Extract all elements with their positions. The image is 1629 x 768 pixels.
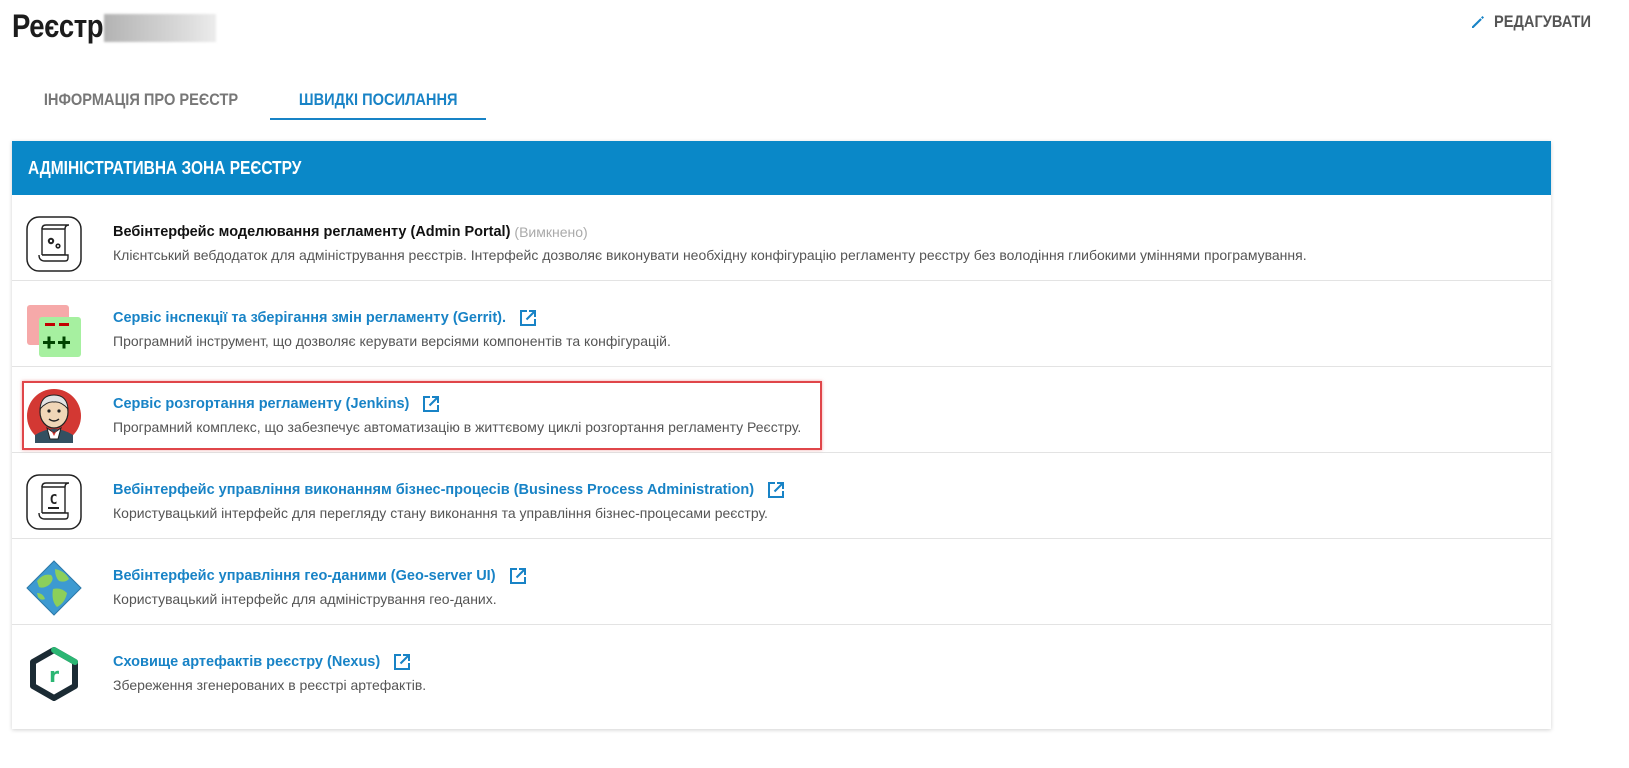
- external-link-icon[interactable]: [421, 394, 441, 414]
- panel-header: АДМІНІСТРАТИВНА ЗОНА РЕЄСТРУ: [12, 141, 1551, 195]
- business-process-admin-link[interactable]: Вебінтерфейс управління виконанням бізне…: [113, 482, 754, 498]
- nexus-hexagon-icon: r: [25, 645, 83, 703]
- list-item: Вебінтерфейс моделювання регламенту (Adm…: [12, 195, 1551, 281]
- edit-button[interactable]: РЕДАГУВАТИ: [1470, 12, 1607, 32]
- tab-label: ШВИДКІ ПОСИЛАННЯ: [298, 90, 458, 109]
- geoserver-globe-icon: [25, 559, 83, 617]
- external-link-icon[interactable]: [508, 566, 528, 586]
- list-item: Сервіс інспекції та зберігання змін регл…: [12, 281, 1551, 367]
- gerrit-diff-icon: [25, 301, 83, 359]
- gerrit-link[interactable]: Сервіс інспекції та зберігання змін регл…: [113, 310, 506, 326]
- external-link-icon[interactable]: [766, 480, 786, 500]
- redacted-registry-name: [104, 14, 216, 42]
- disabled-status: (Вимкнено): [514, 224, 588, 240]
- camunda-scroll-icon: C: [25, 473, 83, 531]
- panel-title: АДМІНІСТРАТИВНА ЗОНА РЕЄСТРУ: [28, 157, 302, 178]
- item-description: Збереження згенерованих в реєстрі артефа…: [113, 677, 427, 693]
- item-description: Програмний комплекс, що забезпечує автом…: [113, 419, 802, 435]
- geo-server-link[interactable]: Вебінтерфейс управління гео-даними (Geo-…: [113, 568, 496, 584]
- tab-quick-links[interactable]: ШВИДКІ ПОСИЛАННЯ: [270, 82, 487, 120]
- external-link-icon[interactable]: [392, 652, 412, 672]
- tab-registry-info[interactable]: ІНФОРМАЦІЯ ПРО РЕЄСТР: [12, 82, 270, 118]
- svg-text:r: r: [49, 663, 59, 687]
- nexus-link[interactable]: Сховище артефактів реєстру (Nexus): [113, 654, 380, 670]
- pencil-icon: [1472, 16, 1485, 28]
- page-header: Реєстр РЕДАГУВАТИ: [12, 4, 1617, 54]
- page-title: Реєстр: [12, 8, 104, 44]
- item-description: Користувацький інтерфейс для перегляду с…: [113, 505, 768, 521]
- item-description: Програмний інструмент, що дозволяє керув…: [113, 333, 671, 349]
- list-item: C Вебінтерфейс управління виконанням біз…: [12, 453, 1551, 539]
- list-item: Вебінтерфейс управління гео-даними (Geo-…: [12, 539, 1551, 625]
- admin-zone-panel: АДМІНІСТРАТИВНА ЗОНА РЕЄСТРУ Вебінтерфей…: [12, 141, 1551, 729]
- jenkins-link[interactable]: Сервіс розгортання регламенту (Jenkins): [113, 396, 409, 412]
- jenkins-butler-icon: [25, 387, 83, 445]
- tab-label: ІНФОРМАЦІЯ ПРО РЕЄСТР: [43, 90, 239, 109]
- list-item: Сервіс розгортання регламенту (Jenkins) …: [12, 367, 1551, 453]
- item-description: Користувацький інтерфейс для адмініструв…: [113, 591, 497, 607]
- tab-bar: ІНФОРМАЦІЯ ПРО РЕЄСТР ШВИДКІ ПОСИЛАННЯ: [12, 82, 487, 120]
- list-item: r Сховище артефактів реєстру (Nexus) Збе…: [12, 625, 1551, 711]
- svg-text:C: C: [50, 493, 58, 508]
- item-description: Клієнтський вебдодаток для адмініструван…: [113, 247, 1307, 263]
- admin-portal-scroll-icon: [25, 215, 83, 273]
- external-link-icon[interactable]: [518, 308, 538, 328]
- edit-label: РЕДАГУВАТИ: [1494, 12, 1592, 31]
- admin-portal-title: Вебінтерфейс моделювання регламенту (Adm…: [113, 224, 511, 240]
